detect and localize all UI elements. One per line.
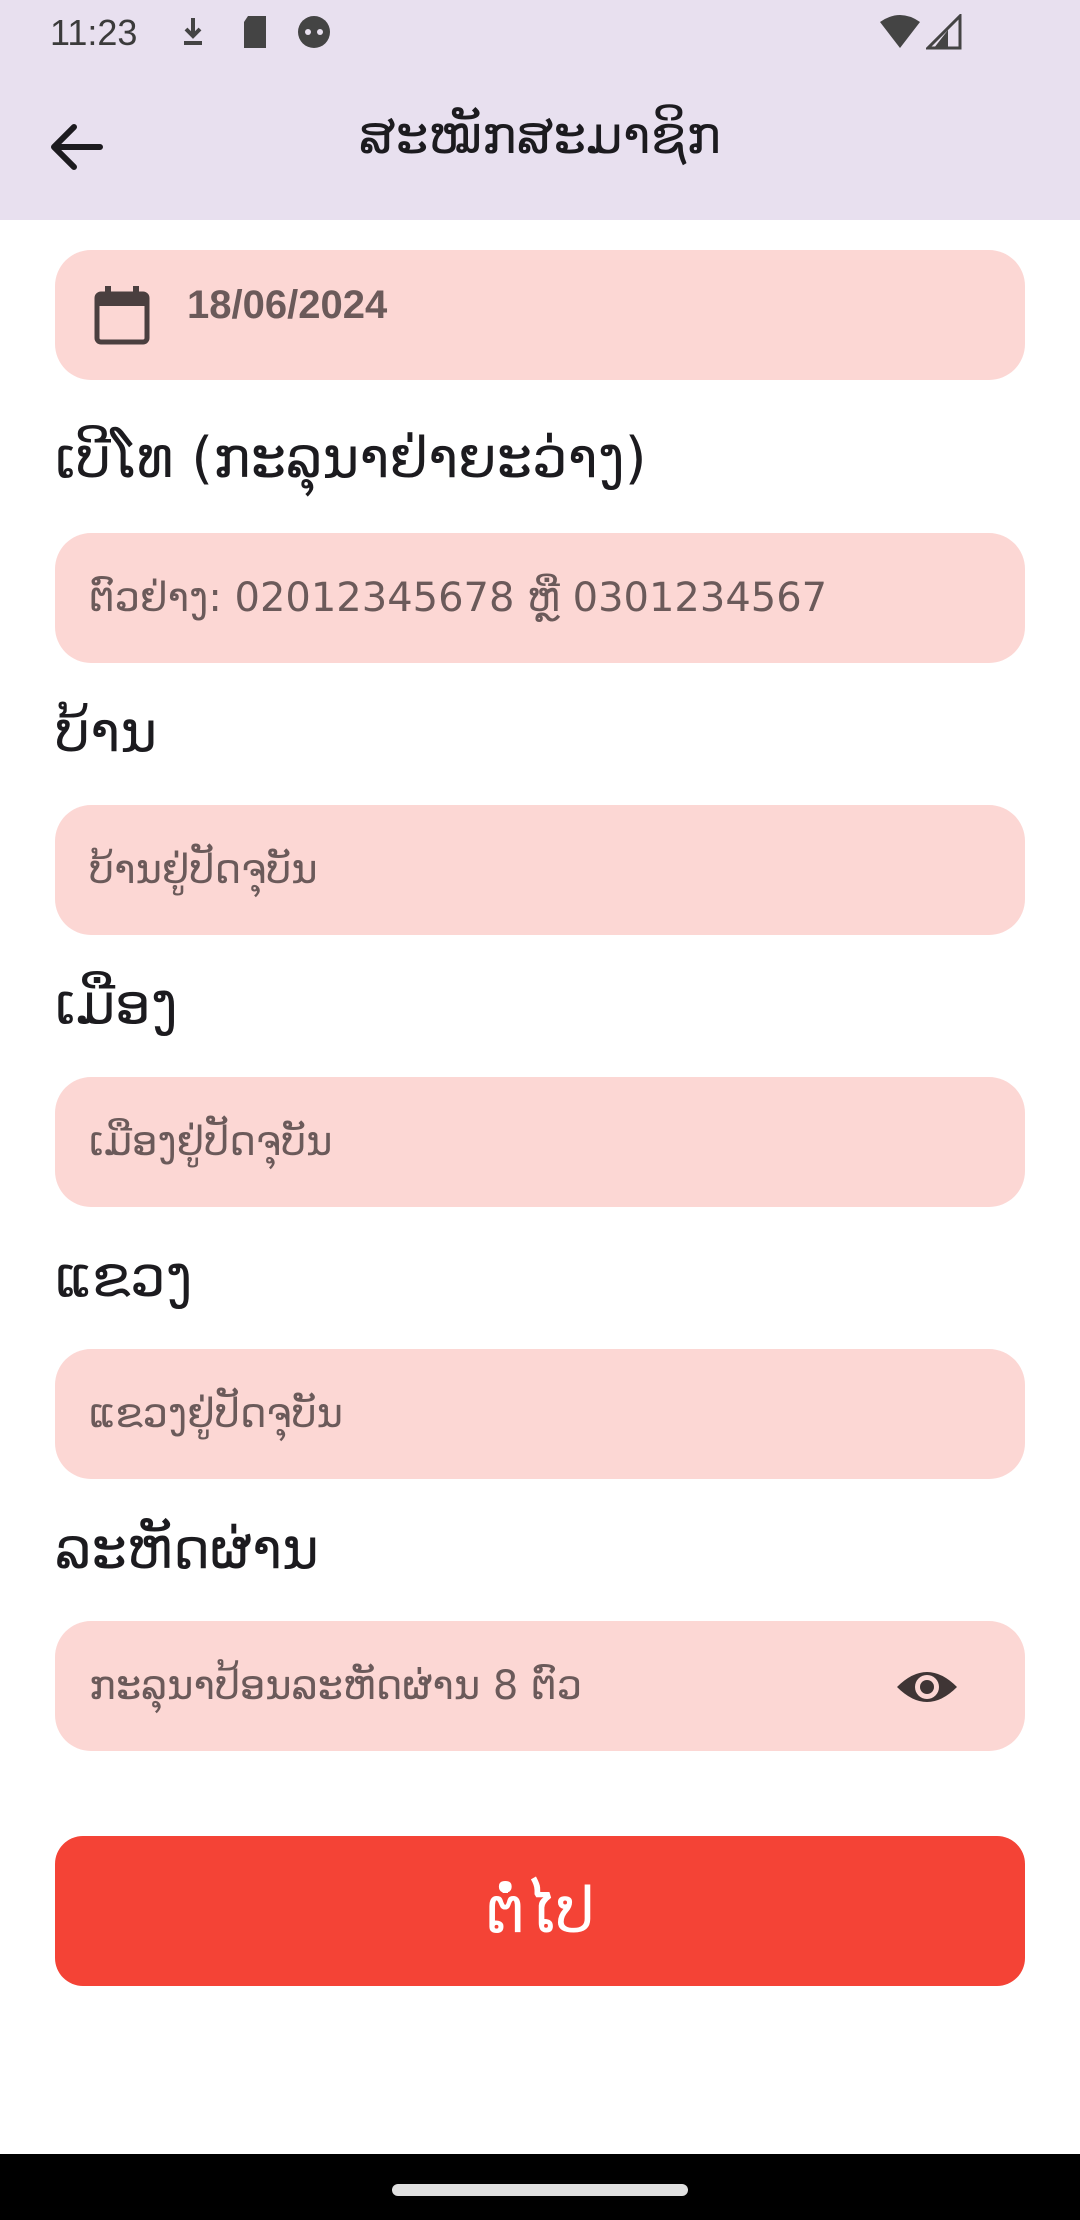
status-bar: 11:23 [0,0,1080,66]
password-field[interactable]: ກະລຸນາປ້ອນລະຫັດຜ່ານ 8 ຕົວ [55,1621,1025,1751]
eye-icon[interactable] [895,1663,959,1711]
status-time: 11:23 [50,12,138,53]
home-handle[interactable] [392,2184,688,2196]
date-value: 18/06/2024 [187,283,388,327]
page-title: ສະໝັກສະມາຊິກ [358,106,722,166]
district-label: ເມືອງ [55,972,178,1037]
wifi-icon [880,15,920,48]
download-icon [184,18,202,45]
password-label: ລະຫັດຜ່ານ [55,1517,319,1582]
phone-label: ເບີໂທ (ກະລຸນາຢ່າຍະວ່າງ) [55,426,647,491]
phone-placeholder: ຕົວຢ່າງ: 02012345678 ຫຼື 0301234567 [89,575,828,621]
province-placeholder: ແຂວງຢູ່ປັດຈຸບັນ [89,1391,343,1437]
app-bar: ສະໝັກສະມາຊິກ [0,66,1080,220]
next-button[interactable]: ຕໍ່ໄປ [55,1836,1025,1986]
village-placeholder: ບ້ານຢູ່ປັດຈຸບັນ [89,847,318,893]
navigation-bar [0,2154,1080,2220]
password-placeholder: ກະລຸນາປ້ອນລະຫັດຜ່ານ 8 ຕົວ [89,1663,583,1709]
phone-field[interactable]: ຕົວຢ່າງ: 02012345678 ຫຼື 0301234567 [55,533,1025,663]
village-field[interactable]: ບ້ານຢູ່ປັດຈຸບັນ [55,805,1025,935]
date-field[interactable]: 18/06/2024 [55,250,1025,380]
district-field[interactable]: ເມືອງຢູ່ປັດຈຸບັນ [55,1077,1025,1207]
district-placeholder: ເມືອງຢູ່ປັດຈຸບັນ [89,1119,333,1165]
sd-card-icon [244,16,266,48]
android-icon [298,16,330,48]
signal-icon [926,14,962,50]
province-field[interactable]: ແຂວງຢູ່ປັດຈຸບັນ [55,1349,1025,1479]
calendar-icon [94,286,150,345]
village-label: ບ້ານ [55,700,158,765]
province-label: ແຂວງ [55,1245,193,1310]
